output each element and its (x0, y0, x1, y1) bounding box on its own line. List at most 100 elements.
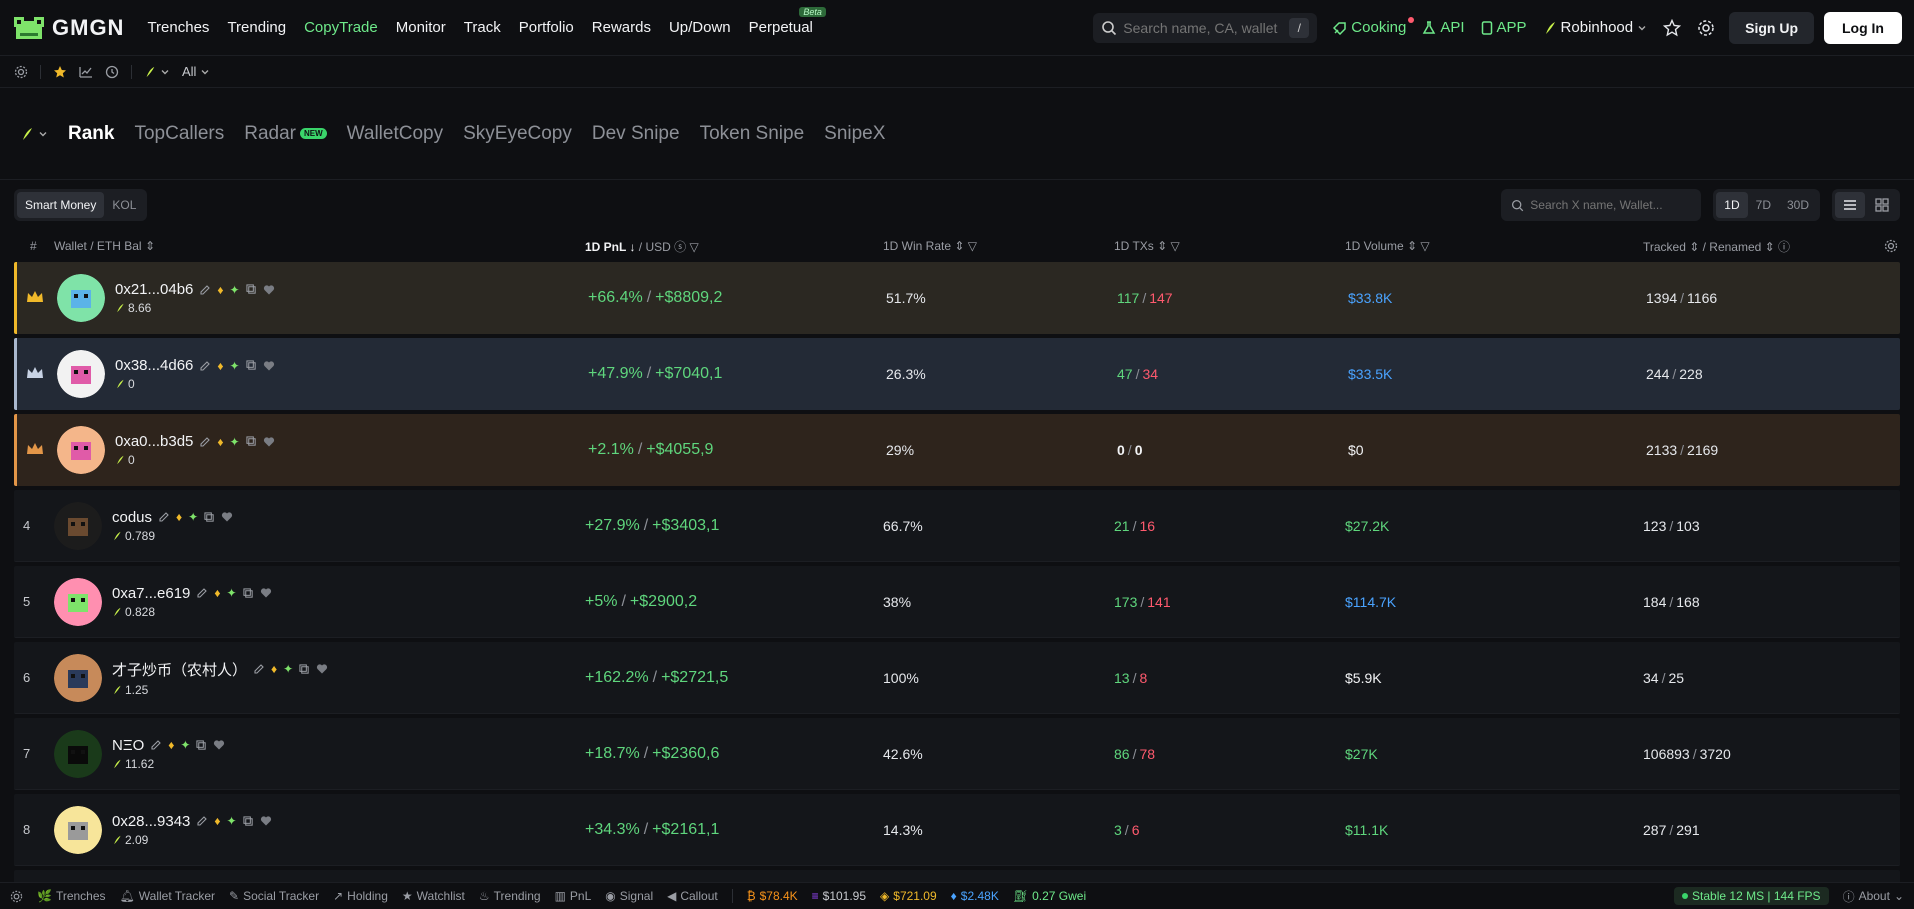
wallet-name[interactable]: 0xa0...b3d5 (115, 433, 193, 450)
chain-tab-selector[interactable] (20, 127, 48, 141)
period-30d[interactable]: 30D (1779, 192, 1817, 218)
copy-icon[interactable] (243, 587, 254, 599)
heart-icon[interactable] (260, 587, 272, 599)
table-row[interactable]: 0x21...04b6 ♦ ✦ 8.66 +66.4% / +$8809,2 51.… (14, 262, 1900, 334)
chart-icon[interactable] (79, 65, 93, 79)
wallet-name[interactable]: 才子炒币（农村人） (112, 659, 247, 680)
bb-social-tracker[interactable]: ✎ Social Tracker (229, 889, 319, 903)
wallet-cell[interactable]: codus ♦ ✦ 0.789 (54, 501, 585, 550)
edit-pencil-icon[interactable] (199, 436, 211, 448)
search-input[interactable] (1123, 19, 1284, 36)
wallet-cell[interactable]: 0xa0...b3d5 ♦ ✦ 0 (57, 426, 588, 474)
tab-radar[interactable]: Radar NEW (244, 123, 327, 145)
heart-icon[interactable] (213, 739, 225, 751)
tab-snipex[interactable]: SnipeX (824, 123, 885, 145)
wallet-name[interactable]: codus (112, 509, 152, 526)
heart-icon[interactable] (316, 663, 328, 675)
bb-watchlist[interactable]: ★ Watchlist (402, 889, 465, 903)
header-wallet[interactable]: Wallet / ETH Bal ⇕ (54, 239, 585, 253)
copy-icon[interactable] (246, 360, 257, 371)
bb-signal[interactable]: ◉ Signal (605, 889, 653, 903)
tab-topcallers[interactable]: TopCallers (134, 123, 224, 145)
all-filter[interactable]: All (182, 64, 210, 79)
heart-icon[interactable] (263, 360, 275, 372)
nav-perpetual[interactable]: Perpetual Beta (740, 7, 826, 36)
cooking-button[interactable]: Cooking (1333, 17, 1415, 36)
edit-pencil-icon[interactable] (158, 511, 170, 523)
settings-small-icon[interactable] (14, 65, 28, 79)
header-win-rate[interactable]: 1D Win Rate ⇕ ▽ (883, 239, 1114, 253)
signup-button[interactable]: Sign Up (1729, 11, 1814, 44)
nav-trending[interactable]: Trending (218, 19, 295, 36)
bb-callout[interactable]: ◀ Callout (667, 889, 718, 903)
nav-track[interactable]: Track (455, 19, 510, 36)
login-button[interactable]: Log In (1824, 11, 1902, 44)
wallet-name[interactable]: 0x28...9343 (112, 813, 190, 830)
kol-toggle[interactable]: KOL (104, 192, 144, 218)
heart-icon[interactable] (263, 436, 275, 448)
table-row[interactable]: 6 才子炒币（农村人） ♦ ✦ 1.25 +162.2% / +$2721,5 … (14, 642, 1900, 714)
settings-gear-icon[interactable] (1697, 19, 1715, 37)
bb-wallet-tracker[interactable]: 🔔︎ Wallet Tracker (120, 889, 215, 903)
table-row[interactable]: 0xa0...b3d5 ♦ ✦ 0 +2.1% / +$4055,9 29% 0/0… (14, 414, 1900, 486)
header-txs[interactable]: 1D TXs ⇕ ▽ (1114, 239, 1345, 253)
wallet-search[interactable] (1501, 189, 1702, 221)
copy-icon[interactable] (204, 511, 215, 523)
tab-token-snipe[interactable]: Token Snipe (700, 123, 805, 145)
header-tracked[interactable]: Tracked ⇕ / Renamed ⇕ ⓘ (1643, 238, 1884, 255)
nav-trenches[interactable]: Trenches (138, 19, 218, 36)
copy-icon[interactable] (299, 663, 310, 675)
heart-icon[interactable] (263, 284, 275, 296)
heart-icon[interactable] (260, 815, 272, 827)
smart-money-toggle[interactable]: Smart Money (17, 192, 105, 218)
bb-trending[interactable]: ♨ Trending (479, 889, 541, 903)
table-row[interactable]: 8 0x28...9343 ♦ ✦ 2.09 +34.3% / +$2161,1… (14, 794, 1900, 866)
tab-walletcopy[interactable]: WalletCopy (347, 123, 443, 145)
wallet-cell[interactable]: 0x21...04b6 ♦ ✦ 8.66 (57, 274, 588, 322)
heart-icon[interactable] (221, 511, 233, 523)
star-icon[interactable] (1663, 18, 1682, 37)
table-row[interactable]: 4 codus ♦ ✦ 0.789 +27.9% / +$3403,1 66.7… (14, 490, 1900, 562)
chain-filter[interactable] (144, 66, 170, 78)
copy-icon[interactable] (243, 815, 254, 827)
app-button[interactable]: APP (1481, 19, 1527, 36)
list-view-icon[interactable] (1835, 192, 1865, 218)
logo[interactable]: GMGN (12, 13, 124, 43)
favorite-star-icon[interactable] (53, 65, 67, 79)
header-volume[interactable]: 1D Volume ⇕ ▽ (1345, 239, 1643, 253)
copy-icon[interactable] (196, 739, 207, 751)
table-row[interactable]: 5 0xa7...e619 ♦ ✦ 0.828 +5% / +$2900,2 3… (14, 566, 1900, 638)
nav-portfolio[interactable]: Portfolio (510, 19, 583, 36)
settings-small-icon[interactable] (10, 890, 23, 903)
wallet-name[interactable]: NΞO (112, 737, 144, 754)
bb-holding[interactable]: ↗ Holding (333, 889, 388, 903)
table-row[interactable]: 7 NΞO ♦ ✦ 11.62 +18.7% / +$2360,6 42.6% … (14, 718, 1900, 790)
nav-updown[interactable]: Up/Down (660, 19, 740, 36)
chain-selector[interactable]: Robinhood (1543, 19, 1648, 36)
edit-pencil-icon[interactable] (150, 739, 162, 751)
wallet-name[interactable]: 0xa7...e619 (112, 585, 190, 602)
wallet-name[interactable]: 0x38...4d66 (115, 357, 193, 374)
bb-pnl[interactable]: ▥ PnL (555, 889, 592, 903)
period-1d[interactable]: 1D (1716, 192, 1748, 218)
tab-dev-snipe[interactable]: Dev Snipe (592, 123, 680, 145)
wallet-cell[interactable]: 0x28...9343 ♦ ✦ 2.09 (54, 805, 585, 854)
table-row[interactable]: 0x38...4d66 ♦ ✦ 0 +47.9% / +$7040,1 26.3% … (14, 338, 1900, 410)
edit-pencil-icon[interactable] (196, 815, 208, 827)
wallet-cell[interactable]: 0x38...4d66 ♦ ✦ 0 (57, 350, 588, 398)
tab-rank[interactable]: Rank (68, 123, 114, 145)
bb-trenches[interactable]: 🌿 Trenches (37, 889, 106, 903)
nav-monitor[interactable]: Monitor (387, 19, 455, 36)
api-button[interactable]: API (1422, 19, 1465, 36)
wallet-cell[interactable]: 才子炒币（农村人） ♦ ✦ 1.25 (54, 653, 585, 702)
edit-pencil-icon[interactable] (253, 663, 265, 675)
edit-pencil-icon[interactable] (199, 284, 211, 296)
header-pnl[interactable]: 1D PnL ↓ / USD ⓢ ▽ (585, 238, 883, 255)
history-icon[interactable] (105, 65, 119, 79)
wallet-search-input[interactable] (1530, 198, 1681, 212)
wallet-cell[interactable]: NΞO ♦ ✦ 11.62 (54, 729, 585, 778)
nav-copytrade[interactable]: CopyTrade (295, 19, 387, 36)
about-menu[interactable]: ⓘ About ⌄ (1843, 888, 1904, 905)
global-search[interactable]: / (1093, 12, 1318, 43)
nav-rewards[interactable]: Rewards (583, 19, 660, 36)
